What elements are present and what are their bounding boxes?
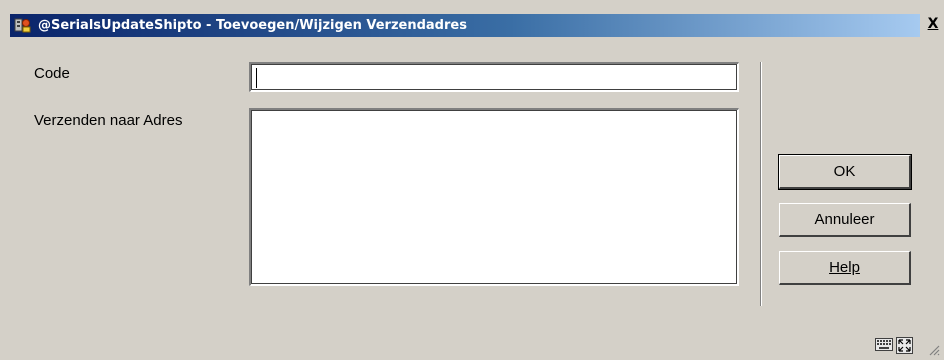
cancel-button[interactable]: Annuleer <box>779 203 911 237</box>
code-label: Code <box>34 65 70 82</box>
cancel-button-label: Annuleer <box>814 210 875 228</box>
window-title: @SerialsUpdateShipto - Toevoegen/Wijzige… <box>38 18 467 33</box>
resize-grip-icon[interactable] <box>928 344 940 356</box>
keyboard-icon[interactable] <box>875 338 893 351</box>
close-button[interactable]: X <box>925 15 941 33</box>
text-caret <box>256 68 257 88</box>
close-icon: X <box>927 16 939 32</box>
help-button[interactable]: Help <box>779 251 911 285</box>
title-bar-strip[interactable]: @SerialsUpdateShipto - Toevoegen/Wijzige… <box>10 14 920 37</box>
code-input[interactable] <box>249 62 739 92</box>
app-icon <box>14 18 31 33</box>
ok-button[interactable]: OK <box>778 154 912 190</box>
vertical-separator <box>760 62 762 306</box>
expand-icon[interactable] <box>896 337 913 354</box>
address-textarea[interactable] <box>249 108 739 286</box>
title-bar: @SerialsUpdateShipto - Toevoegen/Wijzige… <box>0 0 944 40</box>
address-label: Verzenden naar Adres <box>34 112 183 129</box>
ok-button-label: OK <box>833 162 856 180</box>
help-button-label: Help <box>829 258 860 276</box>
